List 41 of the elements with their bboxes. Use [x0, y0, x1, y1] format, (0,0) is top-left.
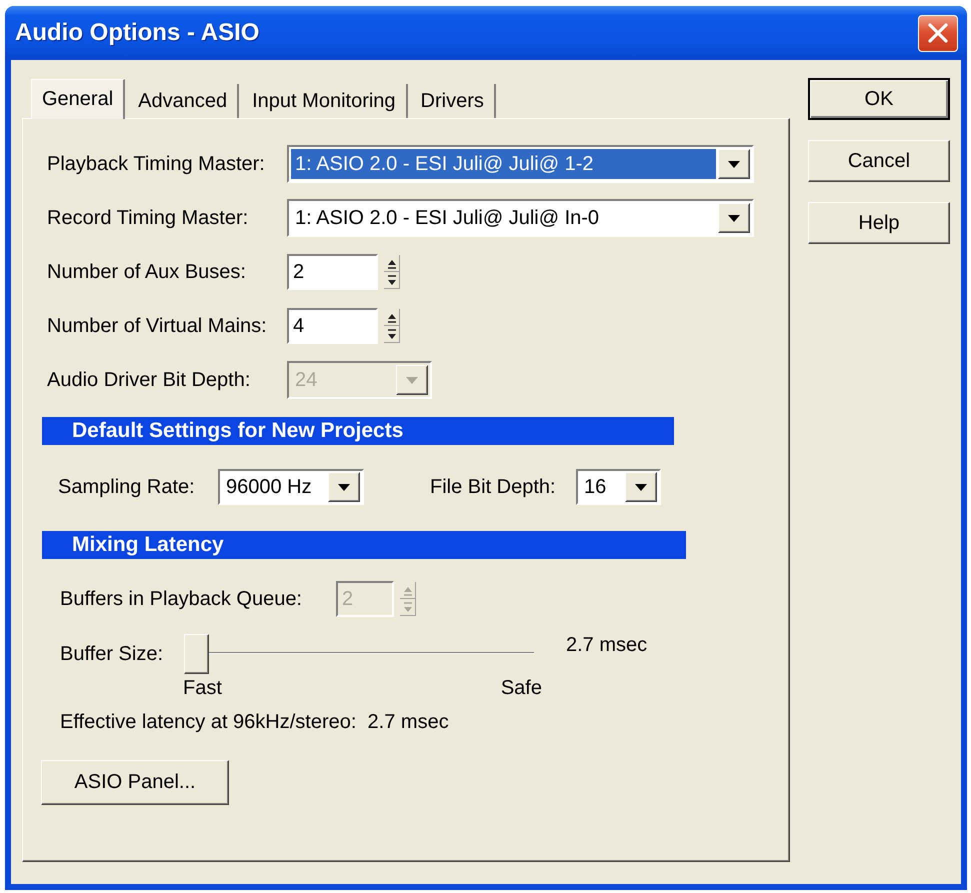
dropdown[interactable]: 96000 Hz — [218, 469, 364, 505]
spin-arrows-icon[interactable] — [384, 309, 400, 343]
dialog-button[interactable]: Cancel — [808, 140, 950, 182]
asio-panel-button[interactable]: ASIO Panel... — [41, 760, 229, 805]
dropdown-arrow-icon — [396, 365, 428, 395]
dropdown-arrow-icon — [328, 472, 360, 502]
dropdown-arrow-icon — [625, 472, 657, 502]
section-header: Mixing Latency — [42, 531, 686, 559]
field-label: Playback Timing Master: — [47, 152, 266, 176]
dialog-button[interactable]: Help — [808, 202, 950, 244]
spin-arrows-icon[interactable] — [384, 255, 400, 289]
section-header: Default Settings for New Projects — [42, 417, 674, 445]
dropdown[interactable]: 1: ASIO 2.0 - ESI Juli@ Juli@ 1-2 — [287, 145, 754, 183]
dropdown[interactable]: 16 — [576, 469, 661, 505]
close-button[interactable] — [918, 14, 958, 52]
window-title: Audio Options - ASIO — [15, 19, 260, 47]
number-field[interactable]: 4 — [287, 308, 378, 344]
field-label: Audio Driver Bit Depth: — [47, 368, 252, 392]
field-label: Buffer Size: — [60, 642, 164, 666]
field-label: Sampling Rate: — [58, 476, 196, 498]
close-icon — [927, 22, 949, 44]
number-field[interactable]: 2 — [287, 254, 378, 290]
field-label: File Bit Depth: — [430, 476, 557, 498]
buffer-size-slider[interactable] — [184, 634, 534, 674]
dialog-button[interactable]: OK — [808, 78, 950, 120]
field-label: Number of Aux Buses: — [47, 260, 247, 284]
dropdown-arrow-icon — [718, 203, 750, 233]
field-label: Number of Virtual Mains: — [47, 314, 268, 338]
slider-max-label: Safe — [500, 677, 542, 700]
tab[interactable]: General — [31, 79, 126, 119]
tab[interactable]: Input Monitoring — [242, 84, 408, 118]
latency-text: Effective latency at 96kHz/stereo: 2.7 msec — [60, 711, 449, 734]
dropdown-arrow-icon — [718, 149, 750, 179]
slider-value: 2.7 msec — [566, 634, 648, 657]
dropdown[interactable]: 1: ASIO 2.0 - ESI Juli@ Juli@ In-0 — [287, 199, 754, 237]
slider-thumb[interactable] — [184, 634, 209, 674]
tab[interactable]: Drivers — [410, 84, 496, 118]
field-label: Buffers in Playback Queue: — [60, 588, 303, 610]
slider-min-label: Fast — [183, 677, 222, 700]
field-label: Record Timing Master: — [47, 206, 250, 230]
tab[interactable]: Advanced — [128, 84, 240, 118]
